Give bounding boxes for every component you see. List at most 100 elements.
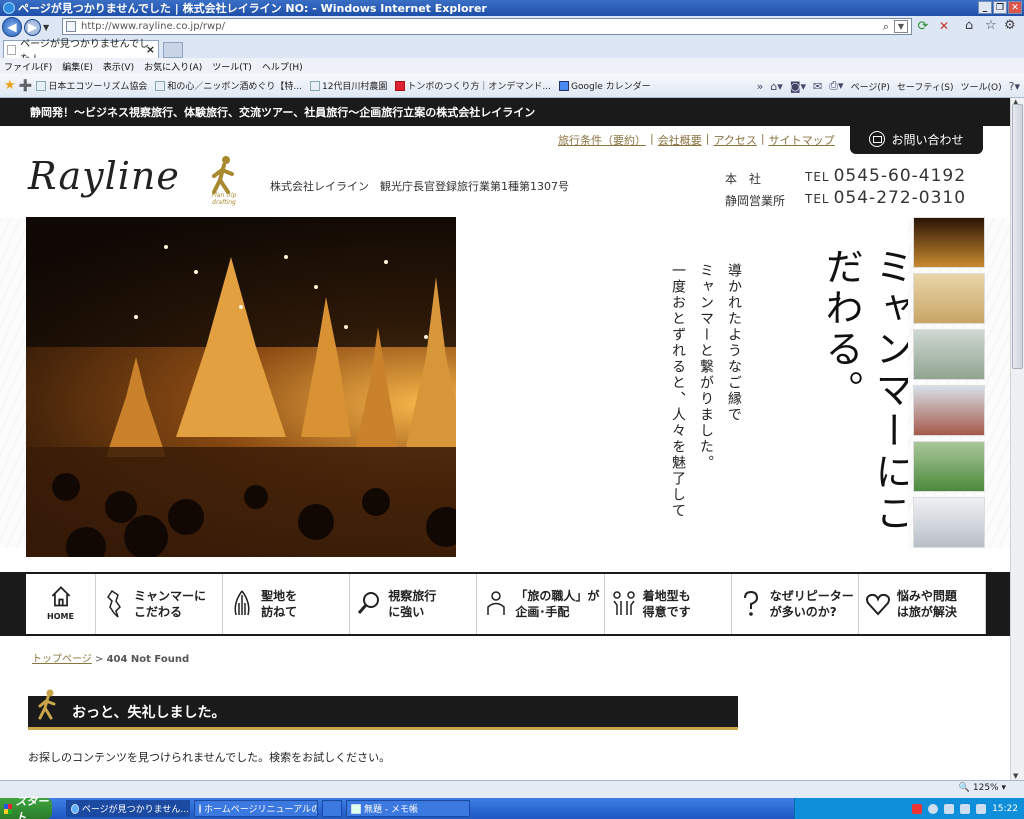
rss-icon[interactable]: ◙▾	[790, 80, 806, 93]
restore-button[interactable]: ❐	[993, 1, 1007, 14]
help-icon[interactable]: ?▾	[1009, 80, 1020, 93]
nav-inspection[interactable]: 視察旅行 に強い	[350, 574, 478, 634]
stop-icon[interactable]: ✕	[936, 19, 952, 35]
header-links: 旅行条件（要約） | 会社概要 | アクセス | サイトマップ	[558, 132, 835, 148]
start-button[interactable]: スタート	[0, 795, 52, 819]
cmd-page[interactable]: ページ(P)	[851, 80, 890, 93]
site-logo[interactable]: Rayline	[28, 154, 180, 198]
page-icon	[155, 80, 166, 91]
status-bar: 🔍 125% ▾	[0, 780, 1024, 798]
window-title-bar: ページが見つかりませんでした | 株式会社レイライン NO: - Windows…	[0, 0, 1024, 16]
gear-icon[interactable]: ⚙	[1004, 18, 1016, 33]
tab-current[interactable]: ページが見つかりませんでした |... ×	[3, 39, 159, 65]
back-button[interactable]: ◀	[2, 17, 22, 37]
volume-icon[interactable]	[976, 803, 987, 814]
favorite-link[interactable]: 日本エコツーリズム協会	[36, 79, 147, 92]
cmd-tools[interactable]: ツール(O)	[961, 80, 1002, 93]
home-icon[interactable]: ⌂	[965, 18, 973, 33]
scroll-down-icon[interactable]: ▼	[1013, 772, 1018, 780]
walker-logo-icon	[38, 689, 56, 720]
favorites-star-icon[interactable]: ☆	[985, 18, 997, 33]
menu-tools[interactable]: ツール(T)	[212, 60, 252, 73]
menu-file[interactable]: ファイル(F)	[4, 60, 52, 73]
close-window-button[interactable]: ✕	[1008, 1, 1022, 14]
contact-button[interactable]: お問い合わせ	[850, 124, 983, 154]
error-heading: おっと、失礼しました。	[28, 689, 738, 730]
menu-edit[interactable]: 編集(E)	[62, 60, 93, 73]
acrobat-icon[interactable]	[912, 803, 923, 814]
thumbnail[interactable]	[913, 273, 985, 324]
pagoda-icon	[234, 590, 250, 616]
thumbnail[interactable]	[913, 497, 985, 548]
forward-button[interactable]: ▶	[24, 18, 41, 36]
favorite-link[interactable]: トンボのつくり方｜オンデマンド...	[395, 79, 551, 92]
page-icon	[36, 80, 47, 91]
menu-view[interactable]: 表示(V)	[103, 60, 134, 73]
google-icon	[559, 80, 570, 91]
search-icon[interactable]: ⌕	[883, 20, 889, 34]
tab-strip: ページが見つかりませんでした |... ×	[0, 38, 1024, 65]
history-dropdown-icon[interactable]: ▼	[43, 23, 49, 32]
home-icon[interactable]: ⌂▾	[770, 80, 783, 93]
scroll-thumb[interactable]	[1012, 104, 1023, 369]
taskbar-item[interactable]: ページが見つかりません...	[66, 800, 190, 817]
address-input[interactable]: http://www.rayline.co.jp/rwp/ ⌕ ▼	[62, 18, 912, 35]
nav-craftsman[interactable]: 「旅の職人」が 企画･手配	[477, 574, 605, 634]
cmd-safety[interactable]: セーフティ(S)	[897, 80, 954, 93]
link-company[interactable]: 会社概要	[658, 132, 702, 148]
g-icon	[395, 80, 406, 91]
nav-home[interactable]: HOME	[26, 574, 96, 634]
favorite-link[interactable]: 12代目川村農園	[309, 79, 387, 92]
hero-headline: ミャンマーにこだわる。	[819, 247, 908, 534]
menu-favorites[interactable]: お気に入り(A)	[144, 60, 202, 73]
chevron-icon[interactable]: »	[757, 80, 764, 93]
address-url: http://www.rayline.co.jp/rwp/	[81, 21, 225, 32]
company-registration: 株式会社レイライン 観光庁長官登録旅行業第1種第1307号	[270, 180, 569, 193]
link-terms[interactable]: 旅行条件（要約）	[558, 132, 646, 148]
ie-logo-icon	[3, 2, 15, 14]
favorite-link[interactable]: 和の心／ニッポン酒めぐり【特...	[155, 79, 302, 92]
thumbnail[interactable]	[913, 385, 985, 436]
help-icon[interactable]	[928, 803, 939, 814]
nav-repeaters[interactable]: なぜリピーター が多いのか?	[731, 574, 859, 634]
link-access[interactable]: アクセス	[713, 132, 756, 148]
refresh-icon[interactable]: ⟳	[915, 19, 931, 35]
close-tab-icon[interactable]: ×	[146, 43, 155, 56]
menu-bar: ファイル(F) 編集(E) 表示(V) お気に入り(A) ツール(T) ヘルプ(…	[0, 58, 1024, 74]
taskbar: スタート ページが見つかりません... ホームページリニューアルの... 無題 …	[0, 795, 1024, 819]
new-tab-button[interactable]	[163, 42, 183, 58]
taskbar-item[interactable]: 無題 - メモ帳	[346, 800, 470, 817]
nav-local[interactable]: 着地型も 得意です	[604, 574, 732, 634]
window-controls: _ ❐ ✕	[978, 1, 1022, 14]
print-icon[interactable]: ⎙▾	[829, 79, 843, 93]
address-dropdown-icon[interactable]: ▼	[894, 20, 908, 33]
hero-banner: 離さない国 ビジネスでおとずれるときでも、 悠久なる時の流れを感じたいときでも …	[26, 217, 908, 557]
breadcrumb-home[interactable]: トップページ	[32, 654, 92, 665]
thumbnail[interactable]	[913, 217, 985, 268]
folder-icon[interactable]	[322, 800, 342, 817]
nav-myanmar[interactable]: ミャンマーに こだわる	[96, 574, 224, 634]
vertical-scrollbar[interactable]: ▲ ▼	[1010, 98, 1024, 780]
taskbar-item[interactable]: ホームページリニューアルの...	[194, 800, 318, 817]
magnifier-icon	[358, 592, 380, 614]
nav-holy-sites[interactable]: 聖地を 訪ねて	[223, 574, 351, 634]
add-favorite-icon[interactable]: ➕	[19, 79, 33, 92]
office-tel: TEL 054-272-0310	[805, 188, 967, 208]
mail-icon[interactable]: ✉	[813, 80, 822, 93]
minimize-button[interactable]: _	[978, 1, 992, 14]
error-message: お探しのコンテンツを見つけられませんでした。検索をお試しください。	[28, 751, 391, 764]
menu-help[interactable]: ヘルプ(H)	[262, 60, 303, 73]
page-icon	[309, 80, 320, 91]
nav-solve[interactable]: 悩みや問題 は旅が解決	[858, 574, 986, 634]
link-sitemap[interactable]: サイトマップ	[769, 132, 835, 148]
mail-icon	[869, 131, 886, 147]
network-icon[interactable]	[960, 803, 971, 814]
global-nav: HOME ミャンマーに こだわる 聖地を 訪ねて 視察旅行 に強い 「旅の職人」…	[0, 572, 1010, 636]
ime-icon[interactable]	[944, 803, 955, 814]
zoom-level[interactable]: 🔍 125% ▾	[959, 783, 1006, 793]
clock: 15:22	[992, 803, 1018, 814]
favorite-link[interactable]: Google カレンダー	[559, 79, 651, 92]
favorites-center-icon[interactable]: ★	[4, 78, 16, 93]
thumbnail[interactable]	[913, 329, 985, 380]
thumbnail[interactable]	[913, 441, 985, 492]
